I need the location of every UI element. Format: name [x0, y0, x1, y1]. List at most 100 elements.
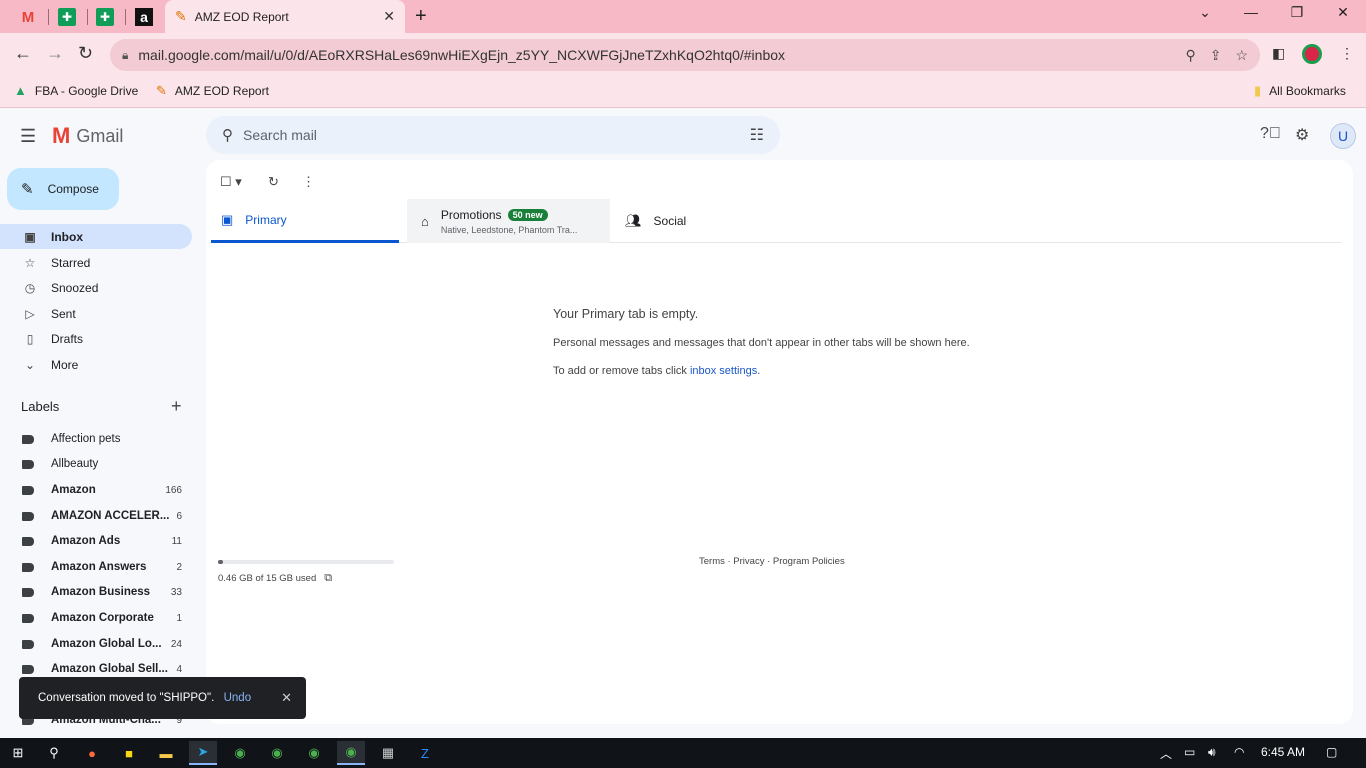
label-name: Allbeauty	[51, 458, 99, 470]
close-window-icon[interactable]: ✕	[1328, 4, 1358, 21]
label-item[interactable]: Amazon Ads 11	[0, 529, 192, 553]
compose-label: Compose	[47, 182, 99, 196]
chrome-icon[interactable]: ◉	[226, 741, 254, 765]
amazon-tab[interactable]: a	[126, 4, 162, 30]
search-icon[interactable]: ⚲	[222, 126, 233, 144]
close-tab-icon[interactable]: ✕	[383, 8, 395, 25]
gmail-header: ☰ M Gmail ⚲ ☷ ?⃝ ⚙ U	[0, 108, 1366, 164]
sheets-tab[interactable]: ✚	[87, 4, 123, 30]
browser-profile-avatar[interactable]	[1302, 44, 1322, 64]
label-tag-icon	[22, 511, 34, 521]
inbox-settings-link[interactable]: inbox settings	[690, 365, 757, 377]
active-tab[interactable]: ✎ AMZ EOD Report ✕	[165, 0, 405, 33]
label-item[interactable]: AMAZON ACCELER... 6	[0, 504, 192, 528]
chrome-icon[interactable]: ◉	[337, 741, 365, 765]
undo-button[interactable]: Undo	[224, 692, 252, 704]
storage-meter-fill	[218, 560, 224, 564]
tab-label: Social	[653, 214, 687, 228]
sheets-tab[interactable]: ✚	[49, 4, 85, 30]
back-icon[interactable]: ←	[14, 43, 32, 64]
inbox-panel: ☐ ▾ ↻ ⋮ ▣ Primary ⌂ Promotions 50 new Na…	[206, 160, 1353, 724]
search-options-icon[interactable]: ☷	[750, 125, 764, 145]
label-item[interactable]: Amazon Corporate 1	[0, 606, 192, 630]
main-menu-icon[interactable]: ☰	[20, 126, 36, 147]
gmail-logo[interactable]: M Gmail	[52, 123, 123, 149]
microphone-icon[interactable]: ●	[78, 741, 106, 765]
folder-icon: ▮	[1254, 83, 1262, 98]
tab-primary[interactable]: ▣ Primary	[211, 199, 399, 243]
browser-menu-icon[interactable]: ⋮	[1340, 45, 1354, 62]
minimize-icon[interactable]: —	[1236, 4, 1266, 20]
share-icon[interactable]: ⇪	[1210, 47, 1222, 64]
label-item[interactable]: Allbeauty	[0, 452, 192, 476]
bookmark-star-icon[interactable]: ☆	[1235, 47, 1248, 64]
bookmarks-bar: ▲ FBA - Google Drive ✎ AMZ EOD Report ▮ …	[0, 77, 1366, 108]
star-icon: ☆	[24, 255, 36, 270]
reload-icon[interactable]: ↻	[78, 43, 93, 64]
label-item[interactable]: Amazon Answers 2	[0, 555, 192, 579]
label-name: Amazon Answers	[51, 561, 147, 573]
help-icon[interactable]: ?⃝	[1260, 125, 1281, 143]
side-panel-icon[interactable]: ◧	[1272, 45, 1285, 62]
start-menu-icon[interactable]: ⊞	[4, 741, 32, 765]
sidebar-item-inbox[interactable]: ▣ Inbox	[0, 224, 192, 249]
tab-search-icon[interactable]: ⌄	[1190, 4, 1220, 21]
chrome-icon[interactable]: ◉	[263, 741, 291, 765]
tray-chevron-icon[interactable]: ︿	[1160, 745, 1172, 762]
sidebar-item-sent[interactable]: ▷ Sent	[0, 301, 192, 326]
sticky-notes-icon[interactable]: ■	[115, 741, 143, 765]
tab-promotions[interactable]: ⌂ Promotions 50 new Native, Leedstone, P…	[407, 199, 610, 243]
label-name: Amazon Global Lo...	[51, 638, 162, 650]
chrome-icon[interactable]: ◉	[300, 741, 328, 765]
label-item[interactable]: Amazon 166	[0, 478, 192, 502]
volume-icon[interactable]: 🔊︎	[1208, 745, 1216, 760]
search-icon[interactable]: ⚲	[40, 741, 68, 765]
apps-script-icon: ✎	[156, 83, 167, 98]
telegram-icon[interactable]: ➤	[189, 741, 217, 765]
inbox-tabs: ▣ Primary ⌂ Promotions 50 new Native, Le…	[211, 199, 1341, 243]
restore-icon[interactable]: ❐	[1282, 4, 1312, 21]
refresh-icon[interactable]: ↻	[268, 174, 279, 190]
label-name: AMAZON ACCELER...	[51, 510, 170, 522]
sidebar-item-starred[interactable]: ☆ Starred	[0, 250, 192, 275]
notifications-icon[interactable]: ▢	[1326, 745, 1337, 759]
select-checkbox[interactable]: ☐ ▾	[220, 174, 242, 190]
label-item[interactable]: Amazon Business 33	[0, 580, 192, 604]
tab-social[interactable]: 👥︎ Social	[611, 199, 811, 243]
bookmark-fba-drive[interactable]: ▲ FBA - Google Drive	[14, 83, 138, 98]
all-bookmarks[interactable]: ▮ All Bookmarks	[1254, 83, 1346, 99]
close-icon[interactable]: ✕	[281, 690, 292, 706]
label-count: 1	[176, 612, 182, 624]
zoom-app-icon[interactable]: Z	[411, 741, 439, 765]
search-input[interactable]	[243, 127, 750, 143]
footer-links[interactable]: Terms · Privacy · Program Policies	[699, 556, 845, 567]
clock-time[interactable]: 6:45 AM	[1261, 745, 1305, 759]
compose-button[interactable]: ✎ Compose	[7, 168, 119, 210]
sidebar-item-drafts[interactable]: ▯ Drafts	[0, 326, 192, 351]
label-item[interactable]: Affection pets	[0, 427, 192, 451]
settings-gear-icon[interactable]: ⚙	[1295, 125, 1309, 145]
forward-icon[interactable]: →	[46, 43, 64, 64]
zoom-icon[interactable]: ⚲	[1185, 47, 1195, 64]
more-options-icon[interactable]: ⋮	[302, 174, 315, 190]
battery-icon[interactable]: ▭	[1184, 745, 1195, 759]
sidebar-item-more[interactable]: ⌄ More	[0, 352, 192, 377]
label-tag-icon	[22, 587, 34, 597]
storage-usage: 0.46 GB of 15 GB used ⧉	[218, 572, 332, 585]
new-tab-button[interactable]: +	[415, 5, 427, 28]
pencil-icon: ✎	[21, 181, 34, 198]
add-label-icon[interactable]: +	[171, 396, 182, 417]
search-bar[interactable]: ⚲ ☷	[206, 116, 780, 154]
wifi-icon[interactable]: ◠	[1234, 745, 1244, 759]
address-bar[interactable]: 🔒︎ mail.google.com/mail/u/0/d/AEoRXRSHaL…	[110, 39, 1260, 71]
gmail-tab[interactable]: M	[10, 4, 46, 30]
bookmark-amz-eod[interactable]: ✎ AMZ EOD Report	[156, 83, 269, 99]
external-link-icon[interactable]: ⧉	[324, 572, 332, 585]
draft-icon: ▯	[26, 331, 34, 346]
label-item[interactable]: Amazon Global Lo... 24	[0, 632, 192, 656]
account-avatar[interactable]: U	[1330, 123, 1356, 149]
sidebar-item-snoozed[interactable]: ◷ Snoozed	[0, 275, 192, 300]
bookmark-label: AMZ EOD Report	[174, 84, 269, 98]
file-explorer-icon[interactable]: ▬	[152, 741, 180, 765]
calculator-icon[interactable]: ▦	[374, 741, 402, 765]
